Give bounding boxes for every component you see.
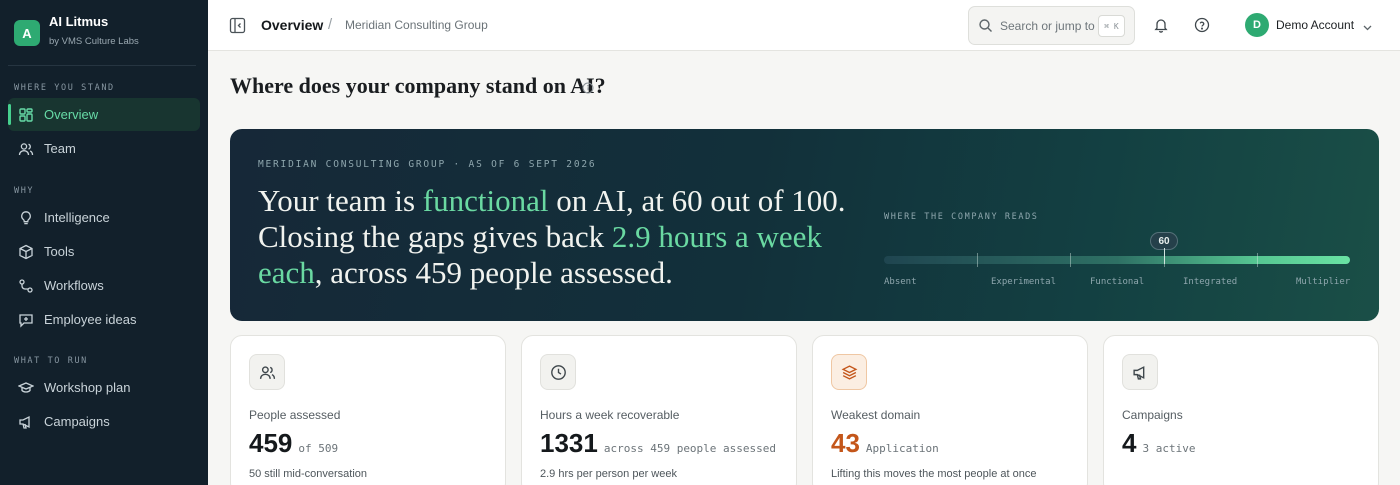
account-menu[interactable]: D Demo Account [1245,13,1373,37]
card-suffix: 3 active [1142,442,1196,455]
sidebar: A AI Litmus by VMS Culture Labs WHERE YO… [0,0,208,485]
search-shortcut: ⌘ K [1098,15,1125,37]
hero-headline: Your team is functional on AI, at 60 out… [258,183,858,291]
scale-tick [1257,253,1258,267]
sidebar-item-team[interactable]: Team [8,132,200,165]
scale-tick [1164,253,1165,267]
scale-tick [977,253,978,267]
scale-label: WHERE THE COMPANY READS [884,212,1039,222]
scale-tick [1070,253,1071,267]
search-icon [978,18,993,33]
avatar: D [1245,13,1269,37]
headline-text: Your team is [258,183,423,218]
hero-kicker: MERIDIAN CONSULTING GROUP · AS OF 6 SEPT… [258,159,597,170]
stat-card-weakest-domain[interactable]: Weakest domain 43 Application Lifting th… [812,335,1088,485]
card-label: Campaigns [1122,408,1183,422]
stat-card-hours-recoverable[interactable]: Hours a week recoverable 1331 across 459… [521,335,797,485]
card-value: 1331 [540,428,598,458]
brand-name: AI Litmus [49,14,109,29]
search-input[interactable]: Search or jump to ⌘ K [968,6,1135,45]
scale-stage-label: Integrated [1183,277,1238,287]
workflow-icon [18,278,34,294]
sidebar-item-label: Employee ideas [44,312,137,327]
users-icon [18,141,34,157]
card-footnote: 2.9 hrs per person per week [540,468,677,480]
bell-icon[interactable] [1153,17,1169,33]
breadcrumb-separator: / [328,16,333,33]
sidebar-item-label: Workshop plan [44,380,131,395]
sidebar-item-label: Campaigns [44,414,110,429]
sidebar-toggle-icon[interactable] [229,17,246,34]
hero-summary-card: MERIDIAN CONSULTING GROUP · AS OF 6 SEPT… [230,129,1379,321]
brand-logo: A [14,20,40,46]
scale-stage-label: Functional [1090,277,1145,287]
megaphone-icon [18,414,34,430]
users-icon [249,354,285,390]
page-breadcrumb-title: Overview [261,17,324,33]
sidebar-item-tools[interactable]: Tools [8,235,200,268]
card-suffix: Application [865,442,939,455]
maturity-stage-labels: Absent Experimental Functional Integrated Mu… [884,277,1350,289]
scale-stage-label: Absent [884,277,917,287]
brand-subtitle: by VMS Culture Labs [49,36,139,47]
sidebar-item-workshop-plan[interactable]: Workshop plan [8,371,200,404]
sidebar-item-overview[interactable]: Overview [8,98,200,131]
sidebar-divider [8,65,196,66]
sidebar-item-label: Workflows [44,278,104,293]
top-bar: Overview / Meridian Consulting Group Sea… [208,0,1400,51]
headline-level: functional [422,183,549,218]
sidebar-item-label: Intelligence [44,210,110,225]
sidebar-item-campaigns[interactable]: Campaigns [8,405,200,438]
chevron-down-icon [1362,20,1373,31]
card-label: Hours a week recoverable [540,408,680,422]
stat-card-campaigns[interactable]: Campaigns 4 3 active [1103,335,1379,485]
sidebar-item-intelligence[interactable]: Intelligence [8,201,200,234]
graduation-cap-icon [18,380,34,396]
card-footnote: 50 still mid-conversation [249,468,367,480]
stat-card-people-assessed[interactable]: People assessed 459 of 509 50 still mid-… [230,335,506,485]
search-placeholder: Search or jump to [1000,19,1095,33]
help-icon[interactable] [1194,17,1210,33]
box-icon [18,244,34,260]
card-suffix: of 509 [298,442,339,455]
scale-stage-label: Multiplier [1296,277,1351,287]
grid-icon [18,107,34,123]
info-icon[interactable] [582,81,594,94]
layers-icon [831,354,867,390]
sidebar-item-employee-ideas[interactable]: Employee ideas [8,303,200,336]
card-value: 459 [249,428,293,458]
card-suffix: across 459 people assessed [603,442,777,455]
clock-icon [540,354,576,390]
card-label: Weakest domain [831,408,921,422]
maturity-scale-track [884,248,1350,267]
page-title: Where does your company stand on AI? [230,73,606,98]
megaphone-icon [1122,354,1158,390]
card-label: People assessed [249,408,341,422]
message-plus-icon [18,312,34,328]
scale-stage-label: Experimental [991,277,1057,287]
card-value: 43 [831,428,860,458]
card-value: 4 [1122,428,1137,458]
lightbulb-icon [18,210,34,226]
account-name: Demo Account [1276,18,1355,32]
sidebar-item-label: Overview [44,107,99,122]
section-label-why: WHY [14,186,35,196]
card-footnote: Lifting this moves the most people at on… [831,468,1037,480]
headline-text: , across 459 people assessed. [314,255,673,290]
sidebar-item-label: Tools [44,244,75,259]
sidebar-item-label: Team [44,141,76,156]
breadcrumb-organization[interactable]: Meridian Consulting Group [345,18,488,32]
brand[interactable]: A AI Litmus by VMS Culture Labs [14,14,139,47]
section-label-where-you-stand: WHERE YOU STAND [14,83,115,93]
sidebar-item-workflows[interactable]: Workflows [8,269,200,302]
section-label-what-to-run: WHAT TO RUN [14,356,88,366]
